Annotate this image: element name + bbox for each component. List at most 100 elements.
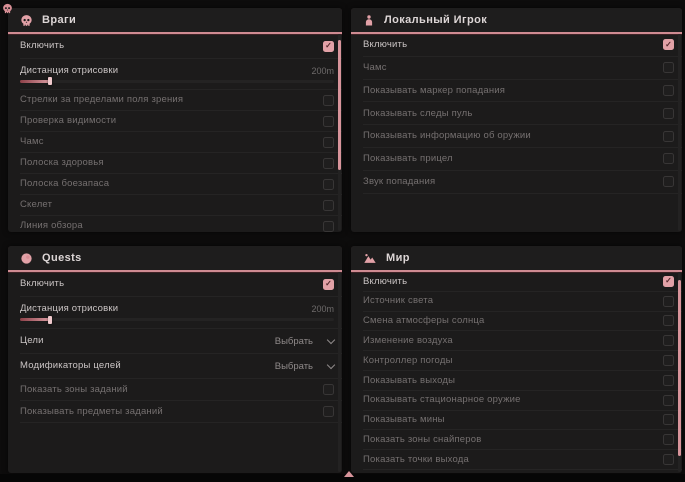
settings-row: Показывать мины	[363, 411, 682, 431]
chevron-down-icon	[327, 335, 335, 343]
slider-track[interactable]	[20, 318, 334, 321]
checkbox[interactable]	[323, 406, 334, 417]
panel-local-player: Локальный Игрок Включить ✓ Чамс Показывать …	[351, 8, 682, 232]
settings-row: Проверка видимости	[20, 111, 342, 132]
skull-icon	[2, 1, 13, 19]
scrollbar[interactable]	[338, 272, 341, 472]
checkbox[interactable]	[323, 158, 334, 169]
row-label: Чамс	[20, 137, 44, 147]
checkbox[interactable]	[663, 315, 674, 326]
settings-row: Показать зоны снайперов	[363, 430, 682, 450]
row-label: Чамс	[363, 63, 387, 73]
row-label: Звук попадания	[363, 177, 435, 187]
settings-row: Линия обзора	[20, 216, 342, 232]
panel-title: Враги	[42, 14, 76, 26]
settings-row: Чамс	[363, 57, 682, 80]
checkbox[interactable]: ✓	[323, 41, 334, 52]
check-icon: ✓	[665, 41, 672, 49]
checkbox[interactable]	[323, 116, 334, 127]
slider-fill	[20, 80, 50, 83]
checkbox[interactable]	[663, 153, 674, 164]
settings-row: Дистанция отрисовки200m	[20, 59, 342, 90]
settings-row: Показать зоны заданий	[20, 379, 342, 401]
scrollbar[interactable]	[338, 34, 341, 231]
checkbox[interactable]	[663, 108, 674, 119]
checkbox[interactable]	[663, 454, 674, 465]
row-label: Скелет	[20, 200, 52, 210]
settings-row: Источник света	[363, 292, 682, 312]
checkbox[interactable]	[663, 375, 674, 386]
checkbox[interactable]	[663, 85, 674, 96]
panel-body: Включить ✓ Дистанция отрисовки200m Цели Выбр…	[8, 272, 342, 473]
scrollbar-thumb[interactable]	[338, 40, 341, 170]
settings-row: Дистанция отрисовки200m	[20, 297, 342, 329]
check-icon: ✓	[665, 277, 672, 285]
checkbox[interactable]	[663, 395, 674, 406]
row-label: Полоска боезапаса	[20, 179, 109, 189]
panel-quests: Quests Включить ✓ Дистанция отрисовки200m Ц…	[8, 246, 342, 473]
checkbox[interactable]	[323, 179, 334, 190]
skull-icon	[20, 14, 33, 27]
row-label: Линия обзора	[20, 221, 83, 231]
panel-header[interactable]: Мир	[351, 246, 682, 272]
settings-row: Показывать маркер попадания	[363, 80, 682, 103]
panel-title: Quests	[42, 252, 82, 264]
row-label: Показывать выходы	[363, 376, 455, 386]
checkbox[interactable]: ✓	[663, 276, 674, 287]
checkbox[interactable]	[323, 95, 334, 106]
row-label: Стрелки за пределами поля зрения	[20, 95, 183, 105]
slider-track[interactable]	[20, 80, 334, 83]
row-label: Цели	[20, 336, 44, 346]
checkbox[interactable]	[323, 137, 334, 148]
settings-row: Показывать предметы заданий	[20, 401, 342, 423]
settings-row: Чамс	[20, 132, 342, 153]
checkbox[interactable]	[663, 176, 674, 187]
checkbox[interactable]	[323, 384, 334, 395]
check-icon: ✓	[325, 280, 332, 288]
row-label: Показывать следы пуль	[363, 109, 473, 119]
settings-row: Включить ✓	[20, 272, 342, 297]
row-label: Показывать прицел	[363, 154, 453, 164]
settings-row: Включить✓	[20, 34, 342, 59]
checkbox[interactable]	[663, 131, 674, 142]
checkbox[interactable]: ✓	[663, 39, 674, 50]
panel-header[interactable]: Локальный Игрок	[351, 8, 682, 34]
resize-grip-icon[interactable]	[344, 471, 354, 477]
row-label: Включить	[20, 279, 64, 289]
panel-header[interactable]: Quests	[8, 246, 342, 272]
checkbox[interactable]	[663, 434, 674, 445]
checkbox[interactable]	[663, 296, 674, 307]
quest-icon	[20, 252, 33, 265]
slider-handle[interactable]	[48, 316, 52, 324]
settings-row: Модификаторы целей Выбрать	[20, 354, 342, 379]
checkbox[interactable]	[663, 414, 674, 425]
row-label: Дистанция отрисовки	[20, 304, 118, 314]
row-label: Показывать информацию об оружии	[363, 131, 531, 141]
row-label: Полоска здоровья	[20, 158, 104, 168]
checkbox[interactable]: ✓	[323, 279, 334, 290]
settings-row: Скелет	[20, 195, 342, 216]
settings-row: Смена атмосферы солнца	[363, 312, 682, 332]
checkbox[interactable]	[663, 335, 674, 346]
dropdown-value: Выбрать	[275, 361, 313, 372]
settings-row: Показывать информацию об оружии	[363, 125, 682, 148]
checkbox[interactable]	[663, 355, 674, 366]
scrollbar[interactable]	[678, 272, 681, 472]
checkbox[interactable]	[323, 221, 334, 232]
slider-fill	[20, 318, 50, 321]
settings-row: Контроллер погоды	[363, 351, 682, 371]
scrollbar[interactable]	[678, 34, 681, 231]
panel-header[interactable]: Враги	[8, 8, 342, 34]
dropdown[interactable]: Выбрать	[275, 361, 334, 372]
dropdown[interactable]: Выбрать	[275, 336, 334, 347]
slider-handle[interactable]	[48, 77, 52, 85]
checkbox[interactable]	[323, 200, 334, 211]
settings-row: Показывать выходы	[363, 371, 682, 391]
scrollbar-thumb[interactable]	[678, 280, 681, 456]
row-label: Модификаторы целей	[20, 361, 121, 371]
row-label: Контроллер погоды	[363, 356, 453, 366]
row-label: Включить	[363, 40, 407, 50]
row-label: Показать точки выхода	[363, 455, 469, 465]
settings-row: Полоска боезапаса	[20, 174, 342, 195]
checkbox[interactable]	[663, 62, 674, 73]
